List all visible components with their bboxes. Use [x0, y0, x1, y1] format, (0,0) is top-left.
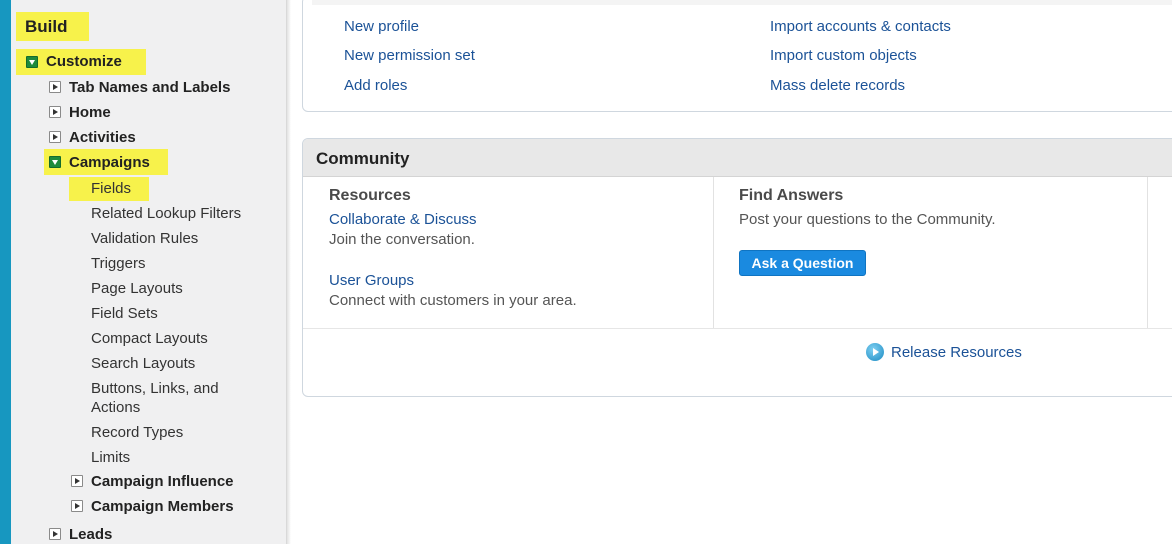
tree-item-validation-rules[interactable]: Validation Rules — [91, 230, 198, 247]
build-heading: Build — [25, 17, 68, 36]
tree-item-compact-layouts[interactable]: Compact Layouts — [91, 330, 208, 347]
divider — [1147, 177, 1148, 329]
community-header: Community — [303, 139, 1172, 177]
collapse-icon[interactable] — [71, 500, 83, 512]
tree-item-triggers[interactable]: Triggers — [91, 255, 145, 272]
find-answers-desc: Post your questions to the Community. — [739, 211, 996, 228]
tree-item-campaign-influence[interactable]: Campaign Influence — [91, 473, 234, 490]
tree-item-related-lookup-filters[interactable]: Related Lookup Filters — [91, 205, 241, 222]
link-import-custom-objects[interactable]: Import custom objects — [770, 47, 917, 64]
collapse-icon[interactable] — [49, 106, 61, 118]
link-new-permission-set[interactable]: New permission set — [344, 47, 475, 64]
tree-item-customize[interactable]: Customize — [46, 53, 122, 70]
link-add-roles[interactable]: Add roles — [344, 77, 407, 94]
tree-item-fields[interactable]: Fields — [91, 180, 131, 197]
community-title: Community — [316, 149, 410, 168]
ask-question-button[interactable]: Ask a Question — [739, 250, 866, 276]
left-edge-bar — [0, 0, 11, 544]
setup-sidebar: Build Customize Tab Names and Labels Hom… — [11, 0, 287, 544]
community-panel: Community Resources Collaborate & Discus… — [302, 138, 1172, 397]
link-user-groups[interactable]: User Groups — [329, 272, 414, 289]
tree-item-activities[interactable]: Activities — [69, 129, 136, 146]
tree-item-buttons-links[interactable]: Buttons, Links, and — [91, 380, 219, 397]
link-mass-delete[interactable]: Mass delete records — [770, 77, 905, 94]
collapse-icon[interactable] — [49, 81, 61, 93]
tree-item-leads[interactable]: Leads — [69, 526, 112, 543]
play-icon — [866, 343, 884, 361]
tree-item-tab-names[interactable]: Tab Names and Labels — [69, 79, 230, 96]
tree-item-field-sets[interactable]: Field Sets — [91, 305, 158, 322]
link-collaborate-discuss[interactable]: Collaborate & Discuss — [329, 211, 477, 228]
divider — [713, 177, 714, 329]
collapse-icon[interactable] — [71, 475, 83, 487]
panel-strip — [312, 0, 1172, 5]
collapse-icon[interactable] — [49, 131, 61, 143]
tree-item-campaign-members[interactable]: Campaign Members — [91, 498, 234, 515]
find-answers-heading: Find Answers — [739, 187, 844, 204]
tree-item-limits[interactable]: Limits — [91, 449, 130, 466]
user-groups-desc: Connect with customers in your area. — [329, 292, 577, 309]
divider — [303, 328, 1172, 329]
tree-item-home[interactable]: Home — [69, 104, 111, 121]
collapse-icon[interactable] — [49, 528, 61, 540]
link-import-accounts[interactable]: Import accounts & contacts — [770, 18, 951, 35]
expand-icon[interactable] — [49, 156, 61, 168]
tree-item-search-layouts[interactable]: Search Layouts — [91, 355, 195, 372]
link-release-resources[interactable]: Release Resources — [891, 344, 1022, 361]
expand-icon[interactable] — [26, 56, 38, 68]
tree-item-record-types[interactable]: Record Types — [91, 424, 183, 441]
link-new-profile[interactable]: New profile — [344, 18, 419, 35]
tree-item-buttons-links-cont[interactable]: Actions — [91, 399, 140, 416]
tree-item-page-layouts[interactable]: Page Layouts — [91, 280, 183, 297]
resources-heading: Resources — [329, 187, 411, 204]
sidebar-shadow — [287, 0, 291, 544]
tree-item-campaigns[interactable]: Campaigns — [69, 154, 150, 171]
collaborate-desc: Join the conversation. — [329, 231, 475, 248]
